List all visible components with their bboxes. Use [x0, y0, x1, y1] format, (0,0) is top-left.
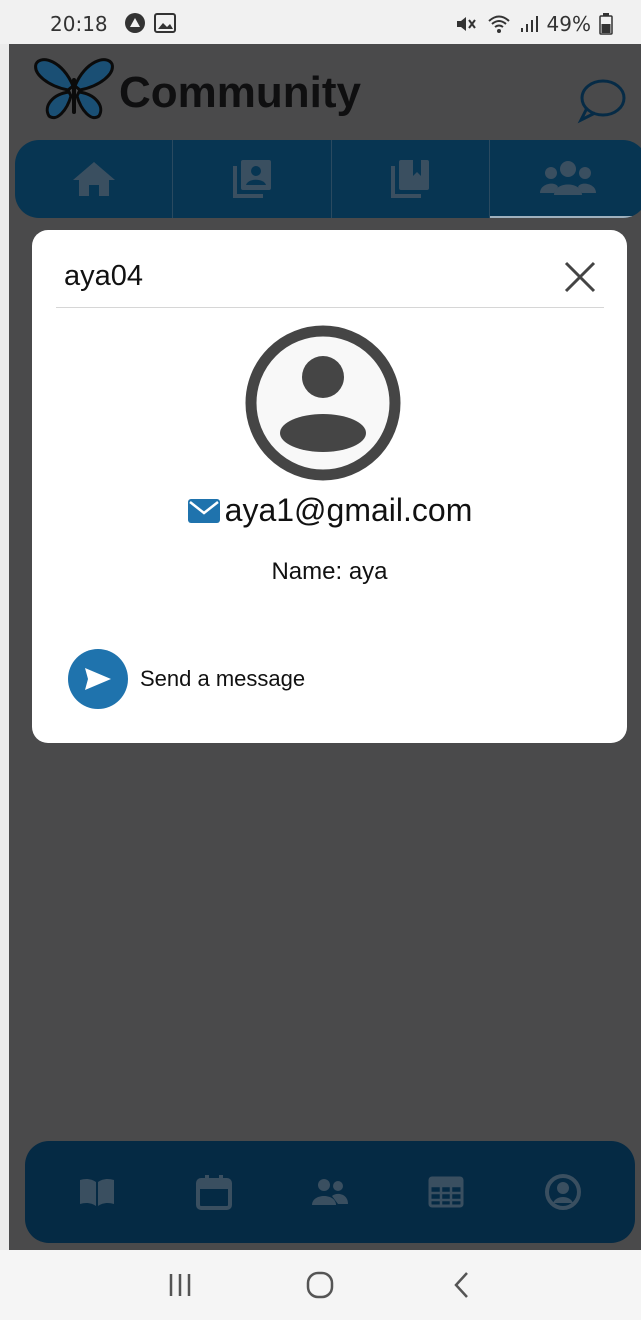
modal-divider	[56, 307, 604, 308]
user-email: aya1@gmail.com	[224, 492, 473, 528]
top-tab-bar	[15, 140, 641, 218]
wifi-icon	[487, 15, 510, 33]
users-icon	[311, 1179, 348, 1205]
name-row: Name: aya	[32, 558, 627, 586]
home-circle-icon	[307, 1271, 334, 1299]
bottom-nav-book[interactable]	[67, 1162, 127, 1222]
tab-library[interactable]	[332, 140, 490, 218]
close-icon[interactable]	[563, 260, 597, 294]
bottom-nav-profile[interactable]	[533, 1162, 593, 1222]
home-button[interactable]	[290, 1260, 350, 1310]
bottom-nav-bar	[25, 1141, 635, 1243]
chat-bubble-icon[interactable]	[575, 78, 627, 124]
table-icon	[428, 1176, 464, 1208]
tab-contacts[interactable]	[173, 140, 332, 218]
bottom-nav-calendar[interactable]	[184, 1162, 244, 1222]
status-time: 20:18	[50, 12, 108, 36]
image-notification-icon	[154, 13, 176, 33]
tab-community[interactable]	[489, 140, 641, 218]
signal-icon	[520, 16, 538, 32]
battery-percentage: 49%	[546, 12, 591, 36]
status-right: 49%	[455, 12, 613, 36]
send-icon	[85, 668, 111, 690]
calendar-icon	[195, 1175, 232, 1210]
mute-icon	[456, 17, 476, 31]
bottom-nav-table[interactable]	[416, 1162, 476, 1222]
book-open-icon	[80, 1178, 115, 1206]
bookmark-library-icon	[391, 160, 430, 198]
recent-apps-button[interactable]	[150, 1260, 210, 1310]
home-icon	[72, 162, 115, 196]
send-message-button[interactable]: Send a message	[68, 649, 305, 709]
modal-username: aya04	[64, 260, 144, 292]
send-circle[interactable]	[68, 649, 128, 709]
status-notification-icons	[124, 12, 176, 34]
name-value: aya	[348, 558, 388, 585]
app-header: Community	[9, 44, 641, 139]
email-row: aya1@gmail.com	[32, 492, 627, 529]
app-notification-icon	[125, 13, 145, 33]
tab-home[interactable]	[15, 140, 174, 218]
recent-apps-icon	[169, 1274, 191, 1296]
envelope-icon	[187, 498, 220, 523]
name-label: Name:	[271, 558, 349, 585]
status-bar: 20:18 49%	[0, 0, 641, 44]
app-title: Community	[119, 68, 361, 117]
system-nav-bar	[0, 1250, 641, 1320]
butterfly-logo	[34, 58, 114, 119]
battery-icon	[599, 13, 613, 35]
contact-book-icon	[232, 160, 271, 198]
user-circle-icon	[544, 1174, 581, 1210]
back-button[interactable]	[431, 1260, 491, 1310]
users-icon	[540, 161, 597, 195]
bottom-nav-community[interactable]	[300, 1162, 360, 1222]
avatar	[245, 325, 401, 481]
user-profile-modal: aya04 aya1@gmail.com Name: aya Send a me…	[32, 230, 627, 743]
back-chevron-icon	[454, 1272, 468, 1298]
send-message-label[interactable]: Send a message	[140, 666, 305, 692]
